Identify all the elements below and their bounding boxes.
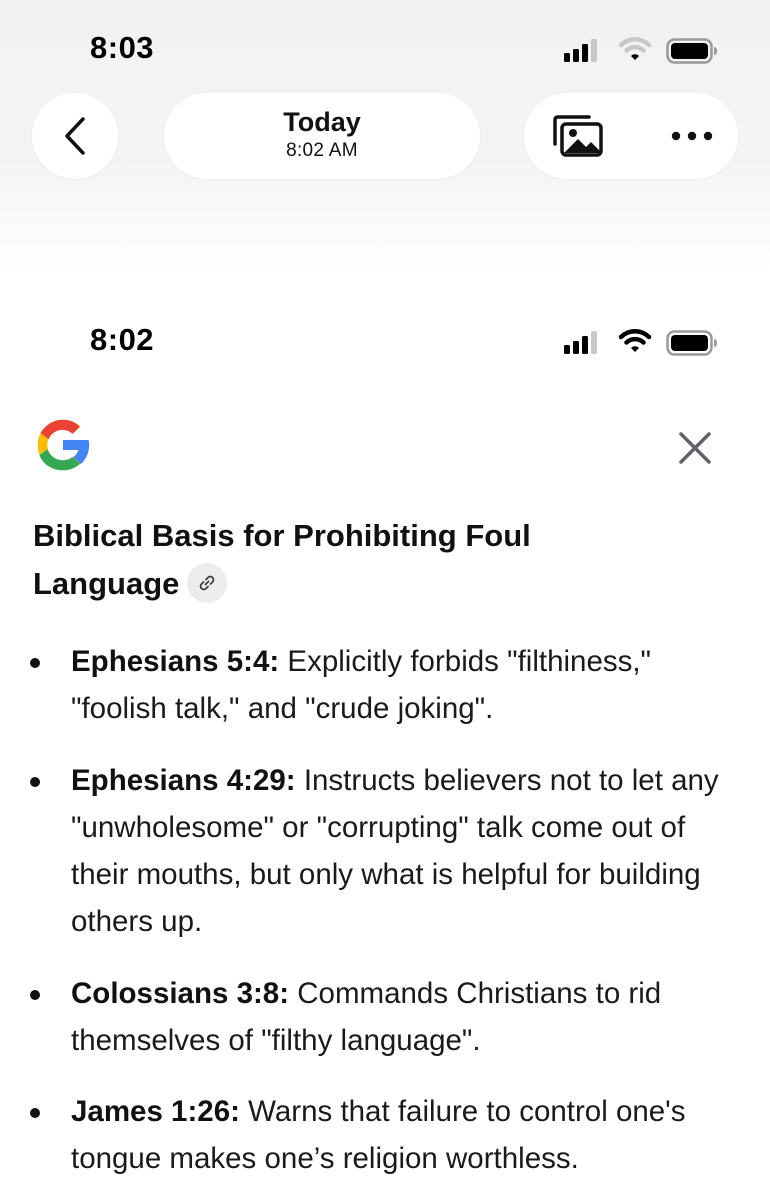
page: 8:03 Today 8:02 AM 8:02 Biblical Basis f… bbox=[0, 0, 770, 1200]
overview-heading: Biblical Basis for Prohibiting Foul Lang… bbox=[33, 512, 653, 608]
status-time: 8:02 bbox=[90, 322, 155, 357]
close-icon bbox=[679, 432, 711, 464]
verse-reference: James 1:26: bbox=[71, 1095, 240, 1128]
screenshot-status-bar: 8:02 bbox=[0, 318, 770, 368]
actions-group bbox=[524, 93, 738, 179]
status-icons bbox=[560, 36, 720, 66]
back-button[interactable] bbox=[32, 93, 118, 179]
verse-reference: Ephesians 4:29: bbox=[71, 764, 296, 797]
link-icon bbox=[200, 575, 215, 591]
battery-icon bbox=[666, 330, 717, 356]
bullet bbox=[30, 658, 40, 668]
google-logo bbox=[37, 419, 90, 471]
date-title: Today 8:02 AM bbox=[164, 93, 480, 179]
signal-bar bbox=[573, 49, 579, 62]
signal-bar bbox=[582, 44, 588, 62]
chevron-left-icon bbox=[65, 117, 85, 155]
signal-bar bbox=[564, 345, 570, 354]
signal-bar bbox=[591, 331, 597, 354]
status-bar: 8:03 bbox=[0, 26, 770, 76]
link-button[interactable] bbox=[187, 562, 228, 603]
bullet bbox=[30, 990, 40, 1000]
photo-gallery-icon bbox=[553, 115, 603, 157]
time-label: 8:02 AM bbox=[286, 140, 358, 161]
list-item-text: Ephesians 5:4: Explicitly forbids "filth… bbox=[71, 638, 736, 732]
date-label: Today bbox=[283, 107, 361, 137]
list-item-text: James 1:26: Warns that failure to contro… bbox=[71, 1088, 736, 1182]
signal-bar bbox=[582, 336, 588, 354]
gallery-button[interactable] bbox=[548, 113, 606, 159]
signal-bar bbox=[591, 39, 597, 62]
verse-reference: Colossians 3:8: bbox=[71, 977, 290, 1010]
close-button[interactable] bbox=[672, 425, 718, 471]
wifi-icon bbox=[618, 329, 652, 352]
bullet bbox=[30, 1108, 40, 1118]
status-time: 8:03 bbox=[90, 30, 155, 65]
list-item-text: Ephesians 4:29: Instructs believers not … bbox=[71, 757, 736, 945]
wifi-icon bbox=[618, 37, 652, 60]
heading-text: Biblical Basis for Prohibiting Foul Lang… bbox=[33, 518, 531, 601]
verse-reference: Ephesians 5:4: bbox=[71, 645, 280, 678]
status-icons bbox=[560, 328, 720, 358]
bullet bbox=[30, 777, 40, 787]
signal-bar bbox=[564, 53, 570, 62]
list-item-text: Colossians 3:8: Commands Christians to r… bbox=[71, 970, 736, 1064]
battery-icon bbox=[666, 38, 717, 64]
more-button[interactable] bbox=[664, 117, 720, 155]
viewer-header: 8:03 Today 8:02 AM bbox=[0, 0, 770, 270]
more-horizontal-icon bbox=[671, 131, 713, 141]
signal-bar bbox=[573, 341, 579, 354]
